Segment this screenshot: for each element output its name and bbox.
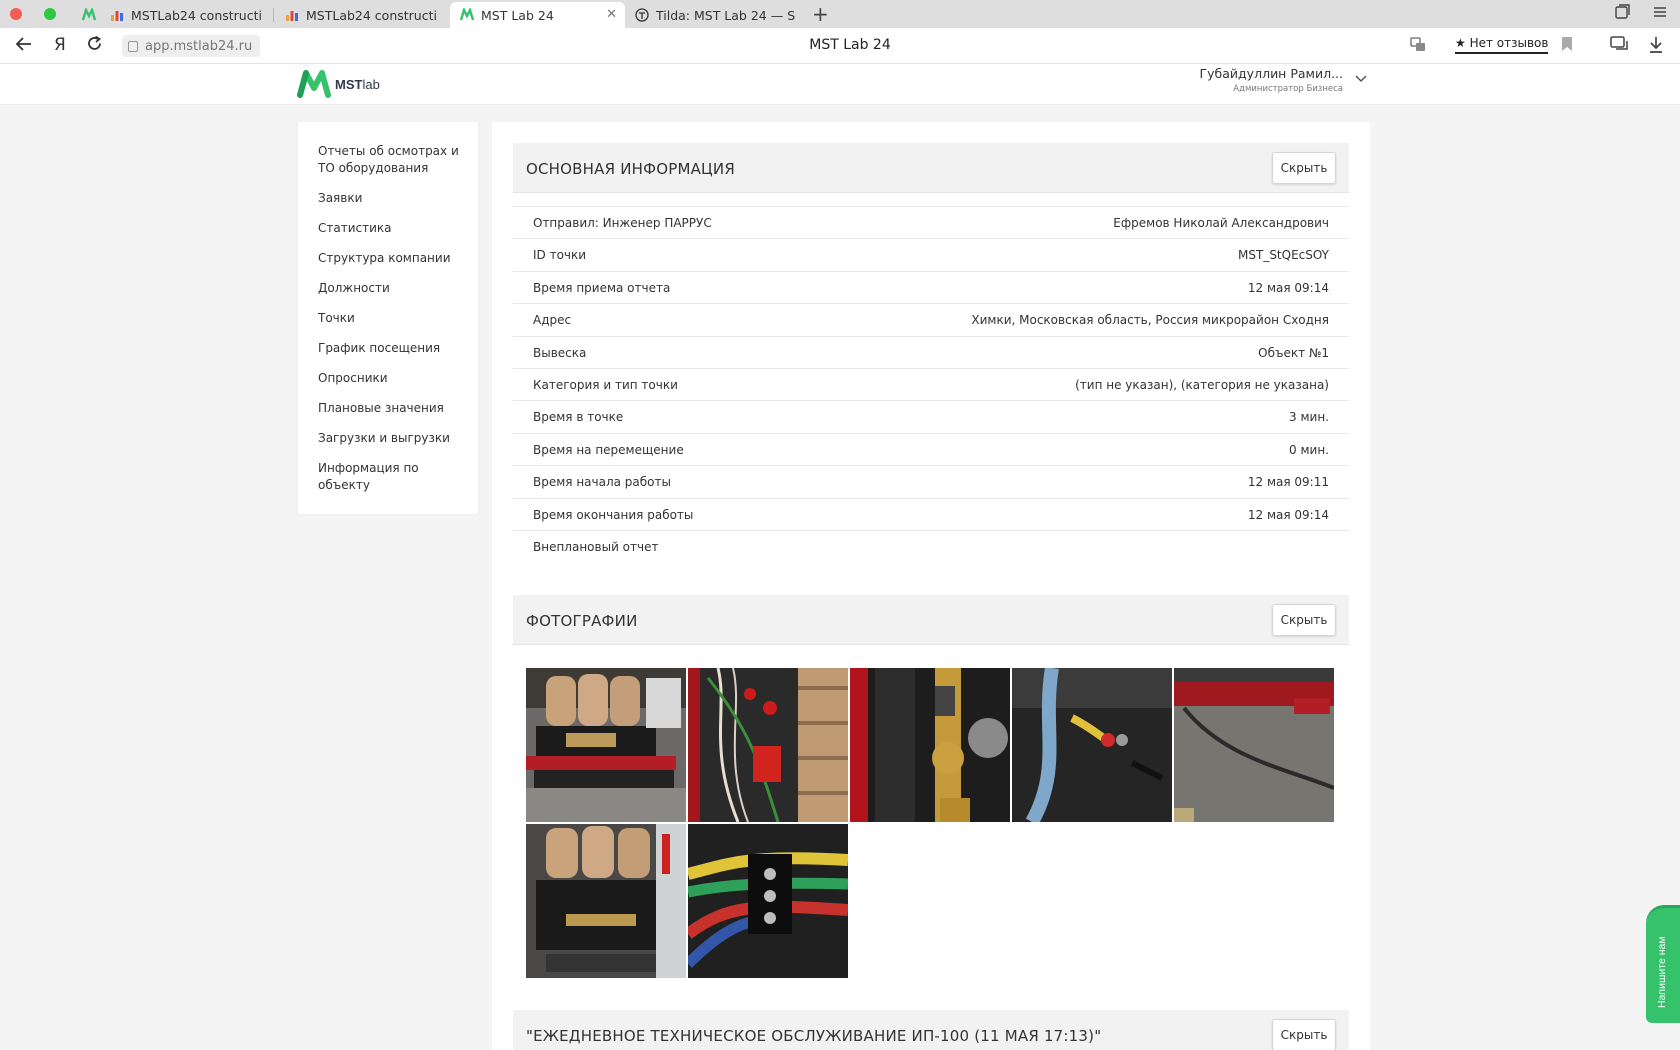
hide-maintenance-button[interactable]: Скрыть (1272, 1019, 1336, 1050)
download-icon[interactable] (1648, 36, 1664, 58)
user-role: Администратор Бизнеса (1233, 84, 1343, 94)
info-row-point-id: ID точки MST_StQEcSOY (513, 238, 1349, 270)
chat-icon[interactable] (1610, 36, 1630, 58)
chart-favicon (286, 11, 298, 21)
sidebar-item-planned-values[interactable]: Плановые значения (318, 400, 460, 417)
bookmark-icon[interactable] (1560, 36, 1574, 56)
photo-thumbnail[interactable] (688, 824, 848, 978)
pinned-tab[interactable] (72, 2, 102, 28)
feedback-widget-button[interactable]: Напишите нам (1646, 905, 1680, 1023)
photo-thumbnail[interactable] (526, 824, 686, 978)
mstlab-logo-mark-icon (297, 70, 331, 98)
info-row-address: Адрес Химки, Московская область, Россия м… (513, 303, 1349, 335)
reviews-button[interactable]: ★ Нет отзывов (1455, 36, 1549, 54)
sidebar-item-object-info[interactable]: Информация по объекту (318, 460, 460, 494)
photo-thumbnail[interactable] (1174, 668, 1334, 822)
address-bar-row: Я app.mstlab24.ru MST Lab 24 ★ Нет отзыв… (0, 28, 1680, 64)
tab-separator (273, 8, 274, 22)
zoom-window-button[interactable] (44, 8, 56, 20)
sidebar-item-statistics[interactable]: Статистика (318, 220, 460, 237)
sidebar-item-requests[interactable]: Заявки (318, 190, 460, 207)
chart-favicon (111, 11, 123, 21)
tab-mstlab-construction-1[interactable]: MSTLab24 construction r (100, 2, 272, 28)
photo-thumbnail[interactable] (688, 668, 848, 822)
tab-tilda[interactable]: Tilda: MST Lab 24 — Serv (625, 2, 805, 28)
maintenance-header: "ЕЖЕДНЕВНОЕ ТЕХНИЧЕСКОЕ ОБСЛУЖИВАНИЕ ИП-… (513, 1010, 1349, 1050)
info-row-end-time: Время окончания работы 12 мая 09:14 (513, 497, 1349, 530)
site-header: MSTlab Губайдуллин Рамил... Администрато… (0, 64, 1680, 105)
info-row-received-time: Время приема отчета 12 мая 09:14 (513, 270, 1349, 303)
photos-header: ФОТОГРАФИИ Скрыть (513, 595, 1349, 645)
mstlab-favicon (82, 8, 96, 21)
chevron-down-icon[interactable] (1355, 72, 1367, 86)
report-main-card: ОСНОВНАЯ ИНФОРМАЦИЯ Скрыть Отправил: Инж… (492, 122, 1370, 1050)
mstlab-logo[interactable]: MSTlab (297, 70, 380, 98)
user-name[interactable]: Губайдуллин Рамил... (1200, 66, 1343, 81)
translate-icon[interactable] (1410, 36, 1426, 56)
photo-thumbnail[interactable] (526, 668, 686, 822)
tab-mst-lab-24[interactable]: MST Lab 24 ✕ (450, 2, 625, 28)
logo-wordmark: MSTlab (335, 76, 380, 92)
info-row-sender: Отправил: Инженер ПАРРУС Ефремов Николай … (513, 206, 1349, 238)
sidebar-item-positions[interactable]: Должности (318, 280, 460, 297)
hide-basic-info-button[interactable]: Скрыть (1272, 152, 1336, 184)
photos-title: ФОТОГРАФИИ (526, 612, 638, 630)
close-tab-icon[interactable]: ✕ (606, 7, 617, 22)
sidebar-item-company-structure[interactable]: Структура компании (318, 250, 460, 267)
info-row-travel-time: Время на перемещение 0 мин. (513, 432, 1349, 465)
tilda-favicon (635, 8, 649, 22)
basic-info-header: ОСНОВНАЯ ИНФОРМАЦИЯ Скрыть (513, 143, 1349, 193)
sidebar-item-inspection-reports[interactable]: Отчеты об осмотрах и ТО оборудования (318, 143, 460, 177)
mstlab-favicon (460, 8, 474, 21)
sidebar-nav: Отчеты об осмотрах и ТО оборудования Зая… (298, 122, 478, 514)
info-row-signboard: Вывеска Объект №1 (513, 335, 1349, 368)
info-row-category-type: Категория и тип точки (тип не указан), (к… (513, 367, 1349, 400)
info-row-unplanned: Внеплановый отчет (513, 529, 1349, 562)
sidebar-item-points[interactable]: Точки (318, 310, 460, 327)
tab-mstlab-construction-2[interactable]: MSTLab24 construction r (275, 2, 447, 28)
info-row-start-time: Время начала работы 12 мая 09:11 (513, 465, 1349, 497)
browser-tab-bar: MSTLab24 construction r MSTLab24 constru… (0, 0, 1680, 28)
new-tab-plus-icon[interactable]: + (812, 2, 829, 26)
basic-info-table: Отправил: Инженер ПАРРУС Ефремов Николай … (513, 206, 1349, 562)
sidebar-item-visit-schedule[interactable]: График посещения (318, 340, 460, 357)
sidebar-item-uploads-downloads[interactable]: Загрузки и выгрузки (318, 430, 460, 447)
basic-info-title: ОСНОВНАЯ ИНФОРМАЦИЯ (526, 160, 735, 178)
close-window-button[interactable] (10, 8, 22, 20)
sidebar-item-questionnaires[interactable]: Опросники (318, 370, 460, 387)
browser-page-title: MST Lab 24 (809, 37, 891, 53)
hide-photos-button[interactable]: Скрыть (1272, 604, 1336, 636)
maintenance-title: "ЕЖЕДНЕВНОЕ ТЕХНИЧЕСКОЕ ОБСЛУЖИВАНИЕ ИП-… (526, 1027, 1102, 1045)
photo-thumbnail[interactable] (850, 668, 1010, 822)
info-row-time-at-point: Время в точке 3 мин. (513, 400, 1349, 432)
photo-thumbnail[interactable] (1012, 668, 1172, 822)
collections-icon[interactable] (1614, 4, 1630, 24)
menu-hamburger-icon[interactable] (1652, 4, 1668, 24)
